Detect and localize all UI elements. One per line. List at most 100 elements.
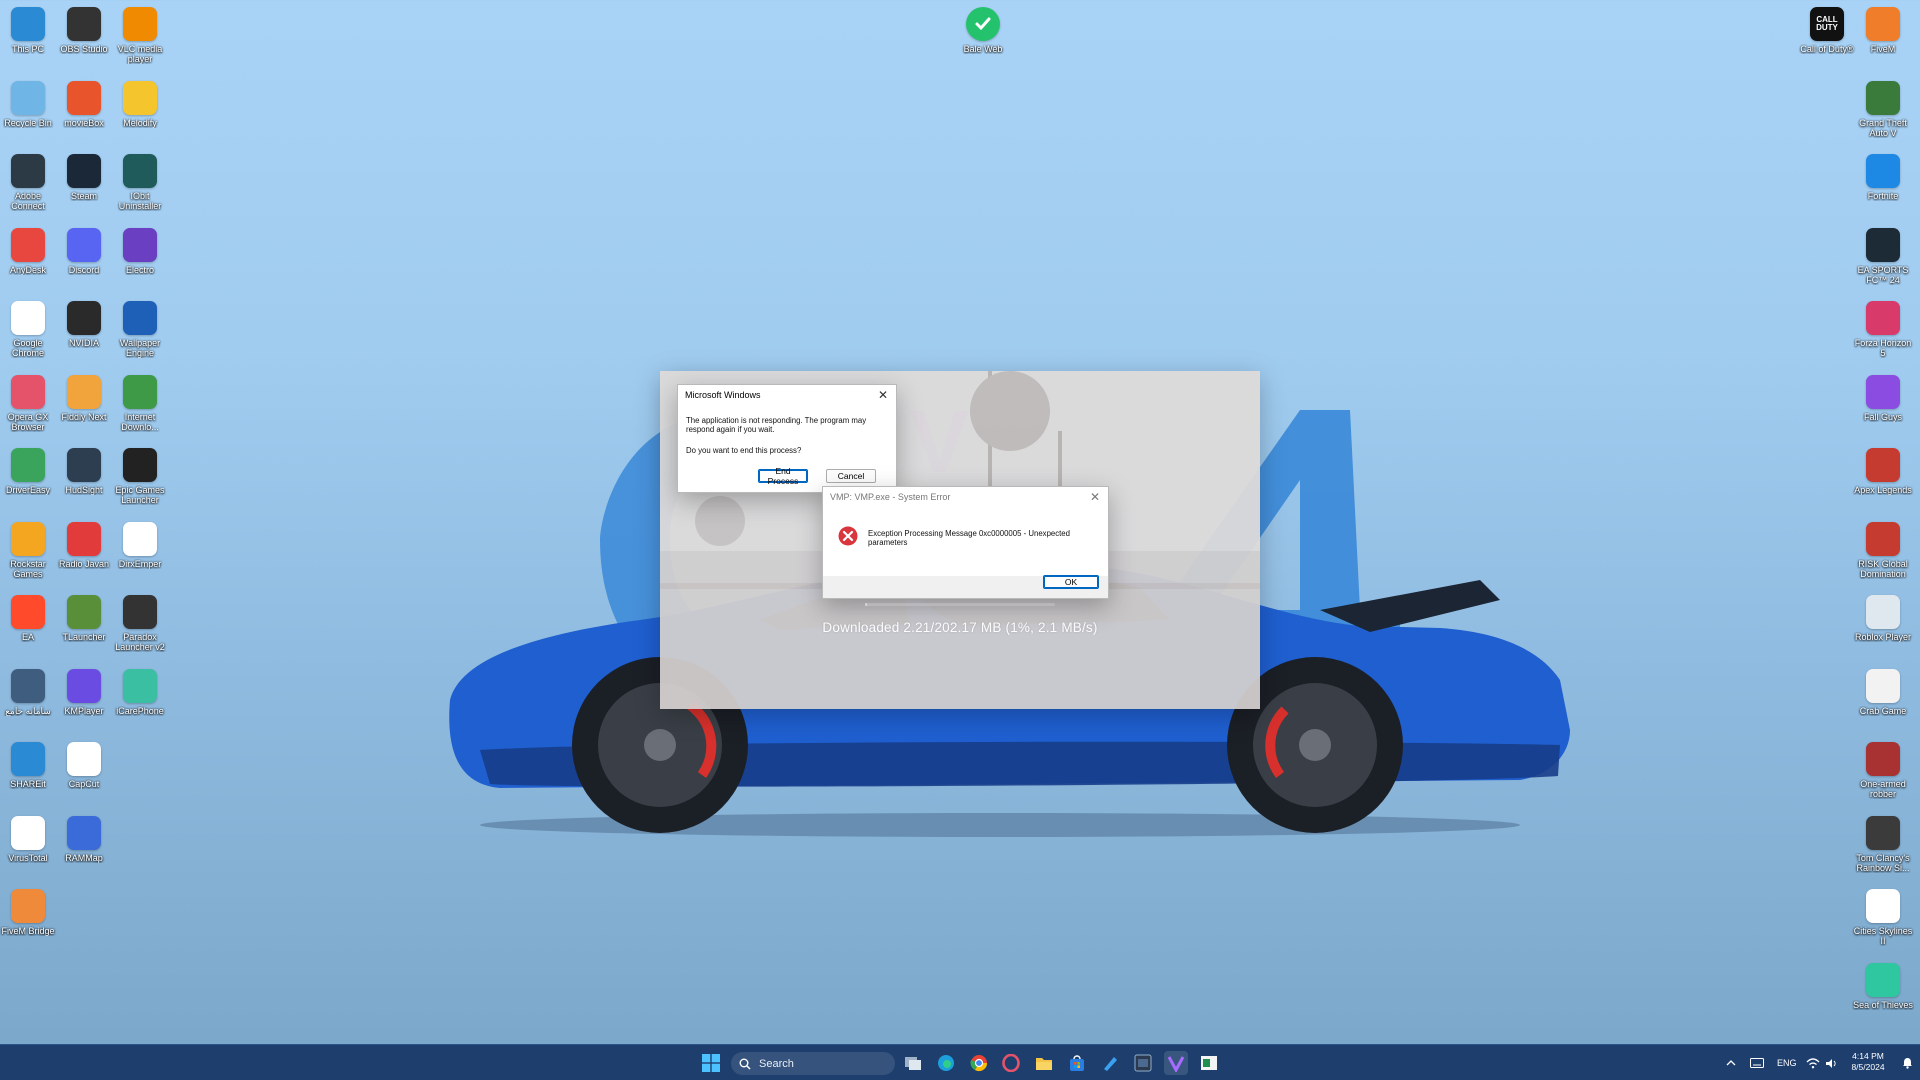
- desktop-icon-tom-clancy-s-rainbow-si[interactable]: Tom Clancy's Rainbow Si...: [1855, 813, 1911, 887]
- tray-volume[interactable]: [1825, 1045, 1837, 1080]
- desktop-icon-label: Opera GX Browser: [7, 411, 49, 432]
- desktop-icon-google-chrome[interactable]: Google Chrome: [0, 298, 56, 372]
- desktop-icon-app[interactable]: سامانه جامع: [0, 666, 56, 740]
- desktop-icon-fall-guys[interactable]: Fall Guys: [1855, 372, 1911, 446]
- desktop-icon-this-pc[interactable]: This PC: [0, 4, 56, 78]
- desktop-icons-column-1: This PC Recycle Bin Adobe Connect AnyDesk Go…: [0, 4, 56, 960]
- tray-overflow-button[interactable]: [1726, 1045, 1736, 1080]
- taskbar-clock[interactable]: 4:14 PM 8/5/2024: [1838, 1051, 1898, 1073]
- taskbar-chrome[interactable]: [967, 1051, 991, 1075]
- risk-icon: [1866, 521, 1900, 556]
- taskbar-file-explorer[interactable]: [1032, 1051, 1056, 1075]
- taskbar-edge[interactable]: [934, 1051, 958, 1075]
- system-error-dialog[interactable]: VMP: VMP.exe - System Error ✕ Exception …: [822, 486, 1109, 599]
- desktop-icon-roblox-player[interactable]: Roblox Player: [1855, 592, 1911, 666]
- desktop-icon-melodify[interactable]: Melodify: [112, 78, 168, 152]
- desktop-icon-vlc-media-player[interactable]: VLC media player: [112, 4, 168, 78]
- desktop-icon-cities-skylines-ii[interactable]: Cities Skylines II: [1854, 886, 1912, 960]
- desktop-icon-label: Grand Theft Auto V: [1859, 117, 1907, 138]
- desktop-icon-forza-horizon-5[interactable]: Forza Horizon 5: [1855, 298, 1911, 372]
- desktop-icon-steam[interactable]: Steam: [56, 151, 112, 225]
- desktop-icon-wallpaper-engine[interactable]: Wallpaper Engine: [112, 298, 168, 372]
- taskbar-opera-gx[interactable]: [999, 1051, 1023, 1075]
- desktop-icon-drivereasy[interactable]: DriverEasy: [0, 445, 56, 519]
- desktop-icon-label: Crab Game: [1859, 705, 1907, 716]
- desktop-icon-rockstar-games[interactable]: Rockstar Games: [0, 519, 56, 593]
- cancel-button[interactable]: Cancel: [826, 469, 876, 483]
- desktop-icon-opera-gx-browser[interactable]: Opera GX Browser: [0, 372, 56, 446]
- desktop-icon-virustotal[interactable]: VirusTotal: [0, 813, 56, 887]
- taskbar-app-window[interactable]: [1131, 1051, 1155, 1075]
- taskbar-pen-app[interactable]: [1098, 1051, 1122, 1075]
- close-icon[interactable]: ✕: [1088, 490, 1102, 504]
- desktop-icon-apex-legends[interactable]: Apex Legends: [1854, 445, 1912, 519]
- roblox-icon: [1866, 595, 1900, 629]
- desktop-icon-label: iCarePhone: [116, 705, 164, 716]
- tray-wifi[interactable]: [1806, 1045, 1820, 1080]
- desktop-icon-paradox-launcher-v2[interactable]: Paradox Launcher v2: [112, 592, 168, 666]
- desktop-icon-label: Epic Games Launcher: [115, 485, 165, 505]
- desktop-icon-label: Fiddly Next: [61, 411, 107, 422]
- desktop-icon-adobe-connect[interactable]: Adobe Connect: [0, 151, 56, 225]
- desktop-icon-label: Bale Web: [963, 44, 1003, 54]
- desktop-icon-one-armed-robber[interactable]: One-armed robber: [1855, 739, 1911, 813]
- desktop-icon-ea[interactable]: EA: [0, 592, 56, 666]
- desktop-icon-icarephone[interactable]: iCarePhone: [112, 666, 168, 740]
- crab-game-icon: [1866, 668, 1900, 703]
- close-icon[interactable]: ✕: [876, 388, 890, 402]
- desktop-icon-fivem[interactable]: FiveM: [1855, 4, 1911, 78]
- desktop-icon-electro[interactable]: Electro: [112, 225, 168, 299]
- not-responding-dialog[interactable]: Microsoft Windows ✕ The application is n…: [677, 384, 897, 493]
- desktop-icon-label: HudSight: [65, 485, 103, 495]
- desktop-icon-obs-studio[interactable]: OBS Studio: [56, 4, 112, 78]
- desktop-icon-tlauncher[interactable]: TLauncher: [56, 592, 112, 666]
- ok-button[interactable]: OK: [1043, 575, 1099, 589]
- taskbar-vmp-app[interactable]: [1164, 1051, 1188, 1075]
- desktop-icon-nvidia[interactable]: NVIDIA: [56, 298, 112, 372]
- taskbar-sheet-app[interactable]: [1197, 1051, 1221, 1075]
- desktop-icon-radio-javan[interactable]: Radio Javan: [56, 519, 112, 593]
- desktop-icon-label: Paradox Launcher v2: [115, 632, 165, 652]
- desktop-icon-label: FiveM Bridge: [1, 926, 55, 936]
- desktop-icon-recycle-bin[interactable]: Recycle Bin: [0, 78, 56, 152]
- desktop-icon-label: Sea of Thieves: [1853, 999, 1913, 1010]
- desktop-icon-epic-games-launcher[interactable]: Epic Games Launcher: [112, 445, 168, 519]
- tray-language[interactable]: ENG: [1777, 1045, 1797, 1080]
- desktop-icon-internet-downlo[interactable]: Internet Downlo...: [112, 372, 168, 446]
- desktop-icon-grand-theft-auto-v[interactable]: Grand Theft Auto V: [1855, 78, 1911, 152]
- desktop-icon-capcut[interactable]: CapCut: [56, 739, 112, 813]
- desktop-icon-fortnite[interactable]: Fortnite: [1855, 151, 1911, 225]
- desktop-icon-dirxemper[interactable]: DirxEmper: [112, 519, 168, 593]
- loader-progress-bar: [865, 603, 1055, 606]
- taskbar-task-view[interactable]: [901, 1051, 925, 1075]
- taskbar-search-box[interactable]: Search: [731, 1052, 895, 1075]
- start-button[interactable]: [699, 1051, 723, 1075]
- taskbar-store[interactable]: [1065, 1051, 1089, 1075]
- download-status-text: Downloaded 2.21/202.17 MB (1%, 2.1 MB/s): [822, 620, 1098, 635]
- desktop-icon-crab-game[interactable]: Crab Game: [1855, 666, 1911, 740]
- desktop-icon-iobit-uninstaller[interactable]: IObit Uninstaller: [112, 151, 168, 225]
- desktop-icon-fivem-bridge[interactable]: FiveM Bridge: [0, 886, 56, 960]
- desktop-icon-anydesk[interactable]: AnyDesk: [0, 225, 56, 299]
- desktop-icon-kmplayer[interactable]: KMPlayer: [56, 666, 112, 740]
- desktop-icon-hudsight[interactable]: HudSight: [56, 445, 112, 519]
- error-icon: [838, 526, 858, 546]
- desktop-icon-fiddly-next[interactable]: Fiddly Next: [56, 372, 112, 446]
- fivem-icon: [1866, 7, 1900, 41]
- desktop-icon-bale-web[interactable]: Bale Web: [955, 4, 1011, 78]
- desktop-icon-sea-of-thieves[interactable]: Sea of Thieves: [1853, 960, 1913, 1034]
- notification-button[interactable]: [1902, 1045, 1913, 1080]
- desktop-icon-call-of-duty[interactable]: CALL DUTY Call of Duty®: [1799, 4, 1855, 78]
- dialog-title-bar: VMP: VMP.exe - System Error ✕: [823, 487, 1108, 507]
- desktop-icons-column-2: OBS Studio movieBox Steam Discord NVIDIA Fidd…: [56, 4, 112, 886]
- virustotal-icon: [11, 815, 45, 850]
- end-process-button[interactable]: End Process: [758, 466, 808, 486]
- desktop-icon-rammap[interactable]: RAMMap: [56, 813, 112, 887]
- desktop-icon-ea-sports-fc-24[interactable]: EA SPORTS FC™ 24: [1855, 225, 1911, 299]
- desktop-icon-moviebox[interactable]: movieBox: [56, 78, 112, 152]
- desktop-icon-discord[interactable]: Discord: [56, 225, 112, 299]
- desktop-icon-shareit[interactable]: SHAREit: [0, 739, 56, 813]
- desktop-icon-risk-global-domination[interactable]: RISK Global Domination: [1855, 519, 1911, 593]
- search-placeholder: Search: [759, 1057, 794, 1070]
- tray-keyboard[interactable]: [1750, 1045, 1764, 1080]
